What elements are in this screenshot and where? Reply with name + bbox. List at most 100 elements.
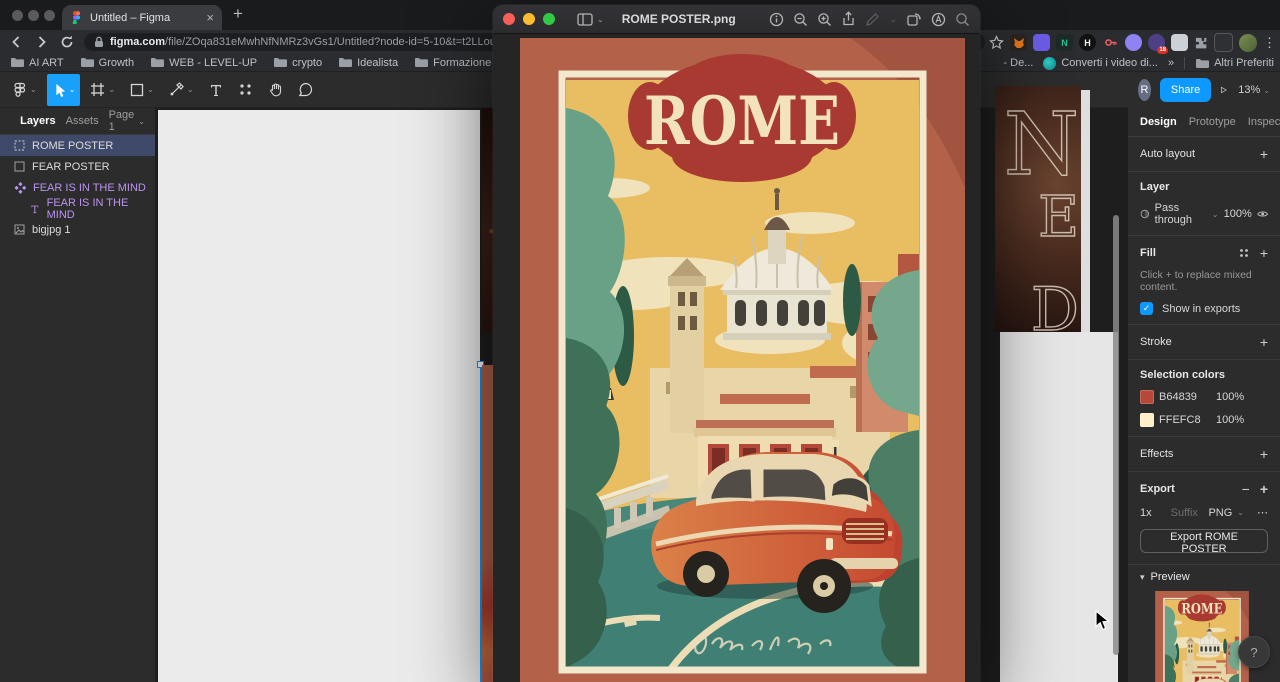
key-extension-icon[interactable] [1102,34,1119,51]
bookmark-folder-growth[interactable]: Growth [80,57,134,69]
search-icon[interactable] [955,12,970,27]
color-opacity[interactable]: 100% [1216,391,1244,403]
share-button[interactable]: Share [1160,78,1211,102]
close-button[interactable] [503,13,515,25]
frame-tool-button[interactable]: ⌄ [85,74,120,106]
browser-menu-icon[interactable]: ⋮ [1263,35,1276,51]
window-zoom-button[interactable] [44,10,55,21]
export-rome-poster-button[interactable]: Export ROME POSTER [1140,529,1268,553]
canvas-scrollbar[interactable] [1113,215,1119,655]
metamask-extension-icon[interactable] [1010,34,1027,51]
layer-row-bigjpg[interactable]: bigjpg 1 [0,219,155,240]
color-hex[interactable]: B64839 [1159,391,1211,403]
preview-titlebar[interactable]: ⌄ ROME POSTER.png [493,5,980,34]
color-swatch-red[interactable] [1140,390,1154,404]
reload-icon[interactable] [59,34,75,50]
bookmark-truncated[interactable]: - De... [1003,57,1033,69]
selection-color-row[interactable]: B64839 100% [1140,390,1268,404]
tab-prototype[interactable]: Prototype [1189,116,1236,128]
forward-icon[interactable] [34,34,50,50]
comment-tool-button[interactable] [293,74,318,106]
bookmark-folder-idealista[interactable]: Idealista [338,57,398,69]
figma-main-menu[interactable]: ⌄ [8,74,42,106]
profile-avatar[interactable] [1239,34,1257,52]
bookmark-star-icon[interactable] [989,35,1004,50]
h-extension-icon[interactable]: H [1079,34,1096,51]
bookmark-folder-web-level-up[interactable]: WEB - LEVEL-UP [150,57,257,69]
resources-tool-button[interactable] [233,74,258,106]
window-minimize-button[interactable] [28,10,39,21]
help-button[interactable]: ? [1238,636,1270,668]
styles-icon[interactable] [1238,247,1250,259]
show-in-exports-row[interactable]: ✓ Show in exports [1140,302,1268,315]
purple-extension-icon[interactable] [1033,34,1050,51]
add-export-button[interactable]: + [1260,481,1268,497]
canvas-rome-poster-edge[interactable] [482,365,493,682]
blend-mode-icon[interactable] [1140,208,1150,220]
page-selector[interactable]: Page 1 ⌄ [109,109,145,133]
info-icon[interactable] [769,12,784,27]
annotate-icon[interactable] [931,12,946,27]
add-fill-button[interactable]: + [1260,245,1268,261]
tab-layers[interactable]: Layers [20,115,55,127]
share-icon[interactable] [841,11,856,27]
ghost-extension-icon[interactable] [1125,34,1142,51]
sidebar-toggle[interactable]: ⌄ [577,13,604,26]
blend-mode-selector[interactable]: Pass through [1155,202,1207,226]
bookmark-folder-ai-art[interactable]: AI ART [10,57,64,69]
bookmark-folder-formazione[interactable]: Formazione [414,57,491,69]
split-screen-icon[interactable] [1214,33,1233,52]
badged-extension-icon[interactable]: 18 [1148,34,1165,51]
tab-inspect[interactable]: Inspect [1248,116,1280,128]
minimize-button[interactable] [523,13,535,25]
color-opacity[interactable]: 100% [1216,414,1244,426]
canvas-fear-mind-poster-fragment[interactable]: N E D [995,86,1081,332]
zoom-in-icon[interactable] [817,12,832,27]
add-auto-layout-button[interactable]: + [1260,146,1268,162]
export-suffix-field[interactable]: Suffix [1171,507,1204,519]
hand-tool-button[interactable] [263,74,288,106]
bookmark-folder-crypto[interactable]: crypto [273,57,322,69]
window-close-button[interactable] [12,10,23,21]
layer-row-component[interactable]: FEAR IS IN THE MIND [0,177,155,198]
back-icon[interactable] [8,34,24,50]
tab-close-icon[interactable]: × [206,11,214,24]
layer-row-fear-poster[interactable]: FEAR POSTER [0,156,155,177]
selection-color-row[interactable]: FFEFC8 100% [1140,413,1268,427]
bookmarks-overflow-chevrons[interactable]: » [1168,57,1174,69]
bookmark-converter[interactable]: Converti i video di... [1043,57,1158,70]
zoom-level-selector[interactable]: 13% ⌄ [1238,84,1270,96]
preview-section-header[interactable]: ▾ Preview [1128,565,1280,583]
canvas-empty-frame[interactable] [158,110,480,682]
tab-design[interactable]: Design [1140,116,1177,128]
maximize-button[interactable] [543,13,555,25]
export-format-selector[interactable]: PNG [1208,507,1232,519]
shape-tool-button[interactable]: ⌄ [125,74,159,106]
puzzle-extensions-icon[interactable] [1194,36,1208,50]
browser-tab[interactable]: Untitled – Figma × [62,5,222,30]
export-options-button[interactable]: ⋯ [1257,506,1268,519]
add-stroke-button[interactable]: + [1260,334,1268,350]
rotate-icon[interactable] [906,12,922,27]
n-extension-icon[interactable]: N [1056,34,1073,51]
new-tab-button[interactable]: + [233,4,243,24]
bookmark-folder-altri-preferiti[interactable]: Altri Preferiti [1195,57,1274,69]
remove-export-button[interactable]: − [1242,481,1250,497]
move-tool-button[interactable]: ⌄ [47,74,81,106]
tab-assets[interactable]: Assets [66,115,99,127]
show-in-exports-checkbox[interactable]: ✓ [1140,302,1153,315]
layer-row-text-child[interactable]: FEAR IS IN THE MIND [0,198,155,219]
visibility-eye-icon[interactable] [1257,209,1268,219]
user-avatar[interactable]: R [1138,79,1151,101]
export-scale-selector[interactable]: 1x [1140,507,1152,519]
zoom-out-icon[interactable] [793,12,808,27]
pen-tool-button[interactable]: ⌄ [164,74,199,106]
rome-poster-image[interactable] [520,38,965,682]
light-extension-icon[interactable] [1171,34,1188,51]
color-hex[interactable]: FFEFC8 [1159,414,1211,426]
layer-row-rome-poster[interactable]: ROME POSTER [0,135,155,156]
color-swatch-cream[interactable] [1140,413,1154,427]
layer-opacity-value[interactable]: 100% [1224,208,1252,220]
text-tool-button[interactable] [204,74,228,106]
present-icon[interactable] [1220,84,1227,96]
